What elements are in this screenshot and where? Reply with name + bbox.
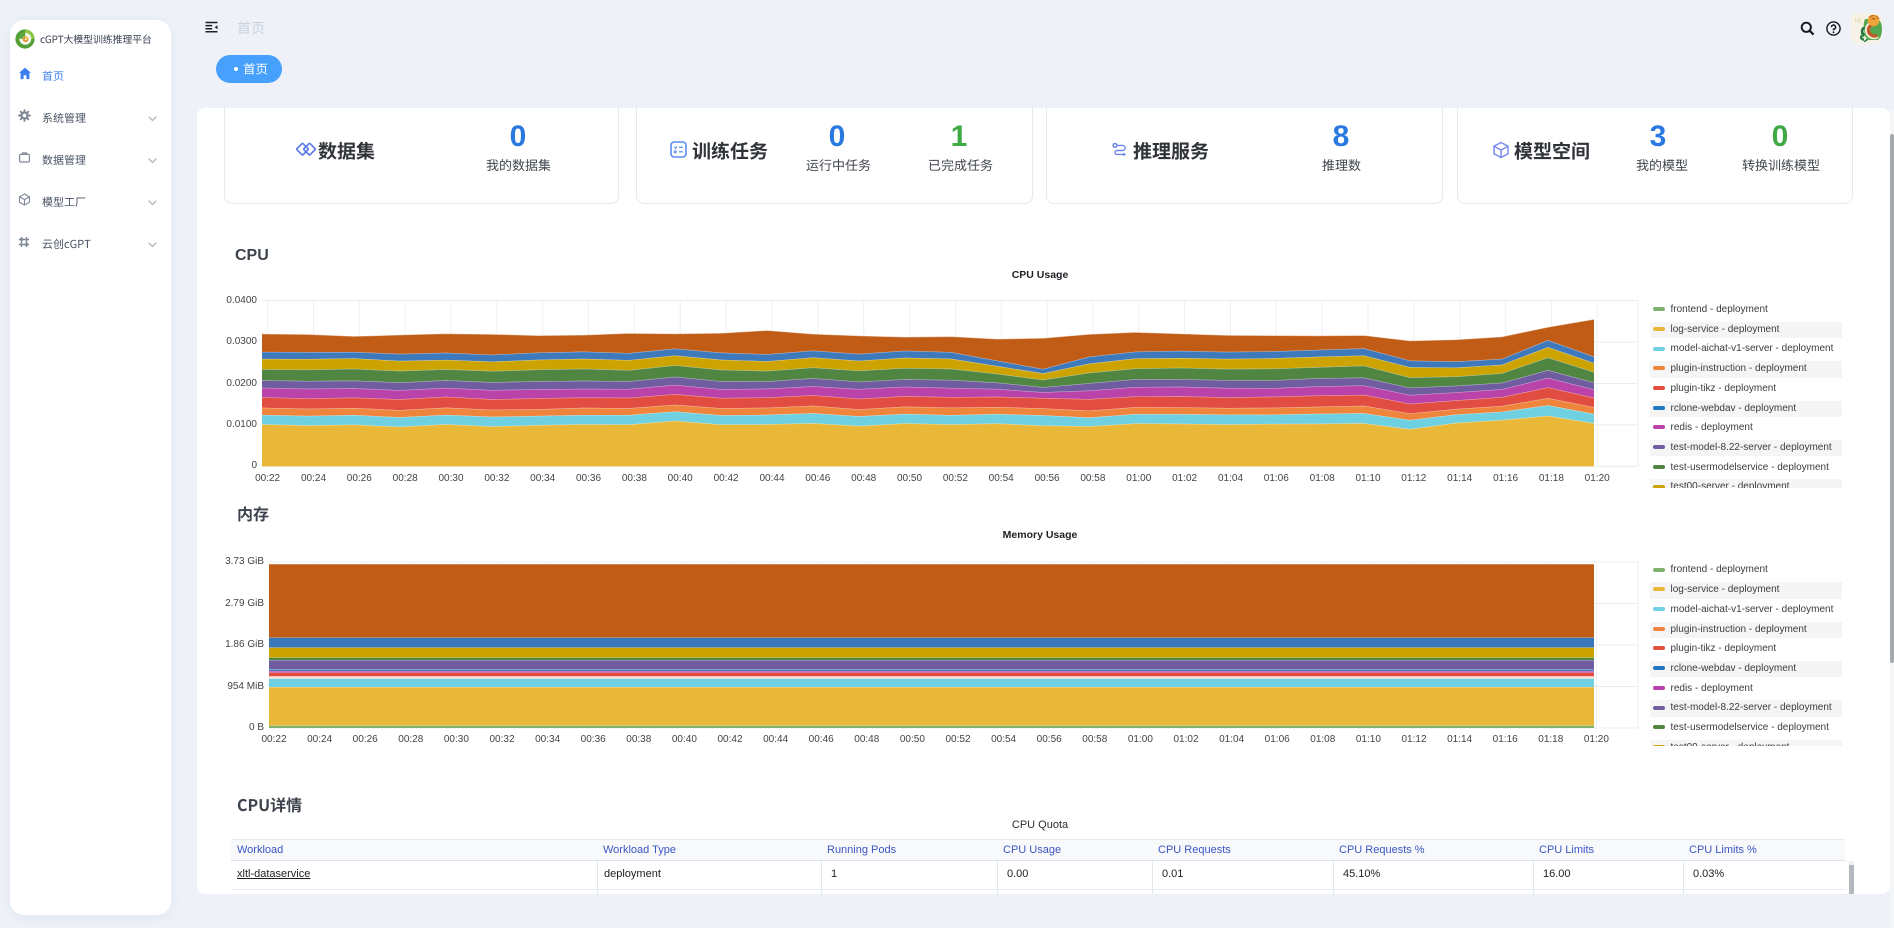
svg-text:HI: HI <box>1855 18 1862 25</box>
